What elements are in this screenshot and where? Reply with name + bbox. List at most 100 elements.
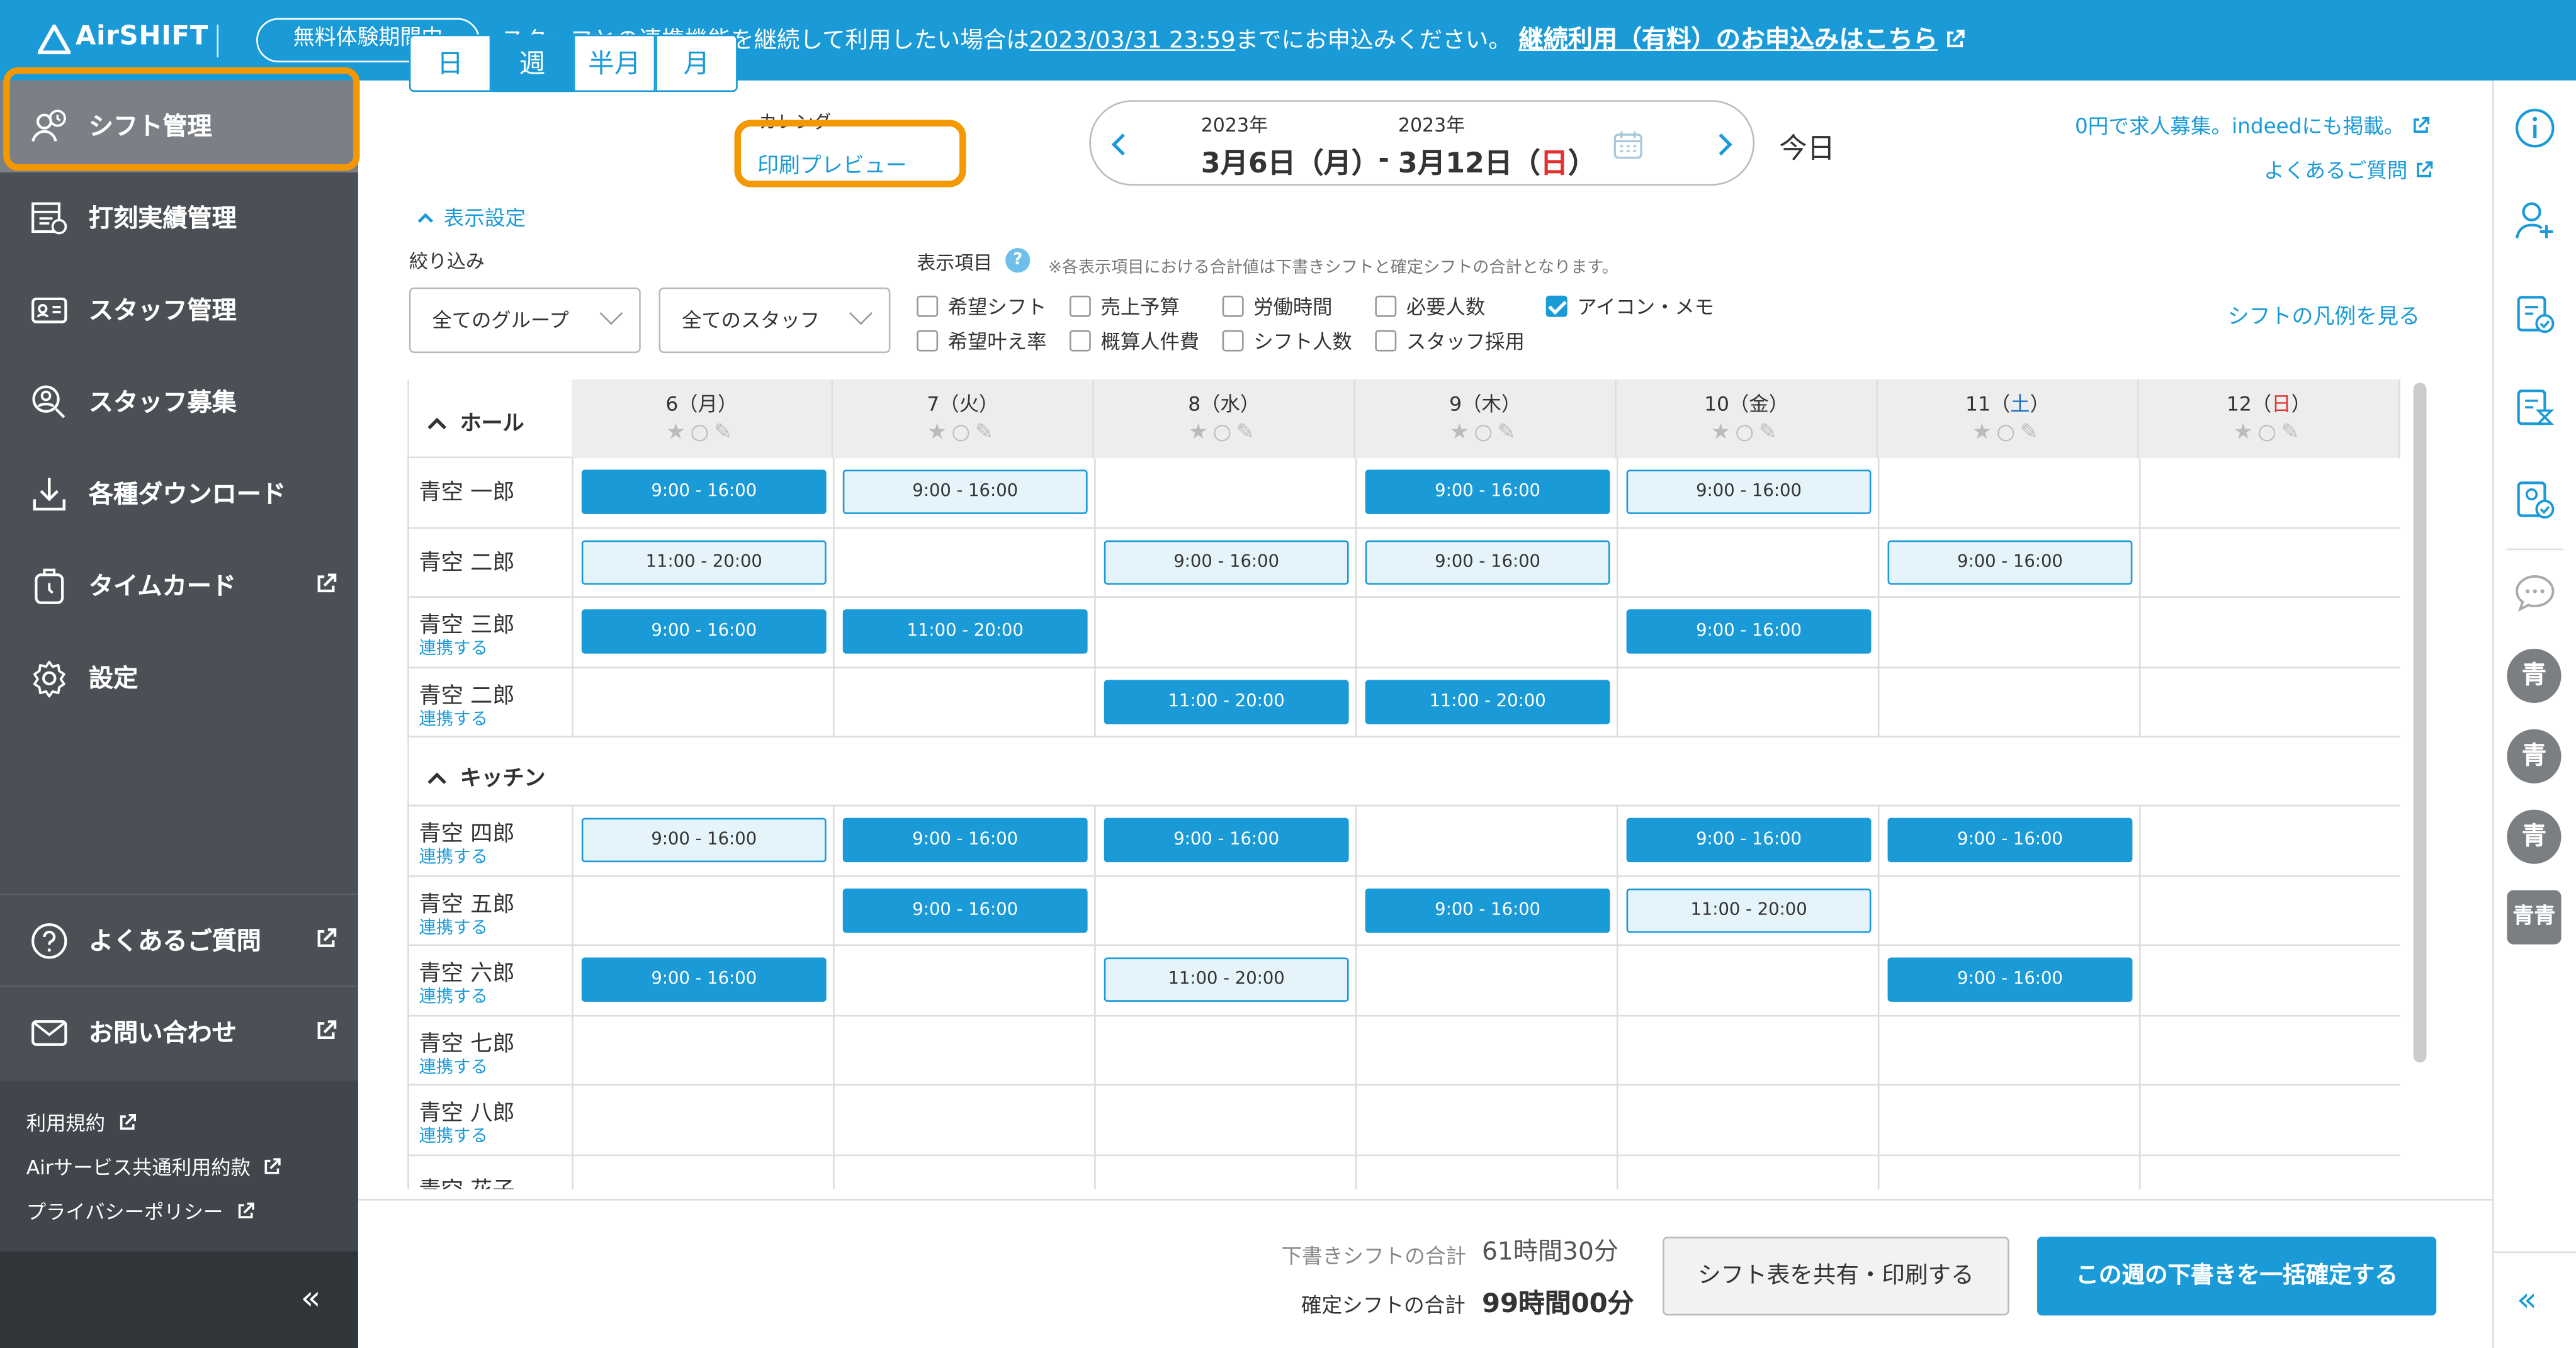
checkbox-item[interactable]: 希望叶え率 <box>917 327 1046 354</box>
shift-cell[interactable] <box>1879 876 2141 945</box>
staff-name[interactable]: 青空 花子 <box>419 1170 514 1189</box>
day-header[interactable]: 9（木） ★○✎ <box>1355 379 1617 459</box>
day-icons[interactable]: ★○✎ <box>1617 420 1876 445</box>
circle-icon[interactable]: ○ <box>1212 420 1236 445</box>
pencil-icon[interactable]: ✎ <box>714 420 737 445</box>
shift-cell[interactable] <box>2140 458 2400 527</box>
shift-cell[interactable] <box>835 667 1096 736</box>
sidebar-item-timeclock[interactable]: 打刻実績管理 <box>0 172 358 264</box>
tab-week[interactable]: 週 <box>491 34 573 93</box>
vertical-scrollbar[interactable] <box>2413 383 2427 1063</box>
shift-cell[interactable] <box>1618 528 1880 597</box>
tab-day[interactable]: 日 <box>409 34 492 93</box>
checkbox-item[interactable]: 必要人数 <box>1375 293 1485 320</box>
staff-name[interactable]: 青空 七郎 <box>419 1024 514 1057</box>
checkbox-icon[interactable] <box>917 330 939 352</box>
shift-cell[interactable] <box>2140 1016 2400 1084</box>
avatar[interactable]: 青青 <box>2507 890 2562 945</box>
shift-cell[interactable] <box>1096 458 1357 527</box>
staff-name[interactable]: 青空 一郎 <box>419 473 514 506</box>
confirmed-shift[interactable]: 9:00 - 16:00 <box>581 609 827 654</box>
shift-cell[interactable] <box>1357 1016 1618 1084</box>
checkbox-icon[interactable] <box>1069 330 1091 352</box>
connect-link[interactable]: 連携する <box>419 705 488 730</box>
checkbox-icon[interactable] <box>1222 295 1244 317</box>
draft-shift[interactable]: 9:00 - 16:00 <box>842 469 1088 514</box>
tab-month[interactable]: 月 <box>655 34 738 93</box>
checkbox-checked-icon[interactable] <box>1545 295 1568 317</box>
shift-cell[interactable] <box>1357 1155 1618 1189</box>
next-week-chevron-icon[interactable] <box>1717 132 1733 158</box>
shift-cell[interactable] <box>1357 1086 1618 1154</box>
shift-cell[interactable] <box>573 876 835 945</box>
confirmed-shift[interactable]: 9:00 - 16:00 <box>581 469 827 514</box>
circle-icon[interactable]: ○ <box>1474 420 1497 445</box>
shift-cell[interactable] <box>1096 597 1357 666</box>
circle-icon[interactable]: ○ <box>691 420 714 445</box>
shift-cell[interactable] <box>2140 528 2400 597</box>
confirmed-shift[interactable]: 11:00 - 20:00 <box>1104 679 1349 724</box>
terms-link[interactable]: 利用規約 <box>26 1109 136 1137</box>
checkbox-icon[interactable] <box>1069 295 1091 317</box>
confirmed-shift[interactable]: 11:00 - 20:00 <box>842 609 1088 654</box>
circle-icon[interactable]: ○ <box>2257 420 2281 445</box>
sidebar-item-settings[interactable]: 設定 <box>0 632 358 724</box>
circle-icon[interactable]: ○ <box>1996 420 2020 445</box>
shift-cell[interactable] <box>2140 946 2400 1014</box>
brand-name[interactable]: AirSHIFT <box>76 20 208 51</box>
sidebar-item-staff[interactable]: スタッフ管理 <box>0 264 358 356</box>
draft-shift[interactable]: 11:00 - 20:00 <box>1626 887 1872 933</box>
shift-check-icon[interactable] <box>2514 293 2556 335</box>
shift-cell[interactable] <box>1618 1086 1880 1154</box>
shift-cell[interactable] <box>2140 1155 2400 1189</box>
draft-shift[interactable]: 11:00 - 20:00 <box>581 539 827 584</box>
shift-cell[interactable] <box>573 1155 835 1189</box>
shift-cell[interactable] <box>1879 458 2141 527</box>
group-header[interactable]: キッチン <box>407 760 545 792</box>
shift-cell[interactable] <box>835 528 1096 597</box>
today-button[interactable]: 今日 <box>1779 125 1835 166</box>
staff-name[interactable]: 青空 五郎 <box>419 884 514 918</box>
day-header[interactable]: 11（土） ★○✎ <box>1877 379 2139 459</box>
star-icon[interactable]: ★ <box>1189 420 1212 445</box>
shift-cell[interactable] <box>2140 1086 2400 1154</box>
staff-name[interactable]: 青空 八郎 <box>419 1094 514 1126</box>
draft-shift[interactable]: 9:00 - 16:00 <box>581 817 827 863</box>
circle-icon[interactable]: ○ <box>1735 420 1758 445</box>
shift-cell[interactable] <box>1096 876 1357 945</box>
avatar[interactable]: 青 <box>2507 809 2562 864</box>
group-header[interactable]: ホール <box>407 406 524 437</box>
day-icons[interactable]: ★○✎ <box>1878 420 2137 445</box>
day-icons[interactable]: ★○✎ <box>833 420 1092 445</box>
shift-cell[interactable] <box>1618 946 1880 1014</box>
shift-cell[interactable] <box>835 946 1096 1014</box>
staff-name[interactable]: 青空 二郎 <box>419 543 514 576</box>
connect-link[interactable]: 連携する <box>419 984 488 1008</box>
day-icons[interactable]: ★○✎ <box>2139 420 2398 445</box>
checkbox-item[interactable]: アイコン・メモ <box>1545 293 1714 320</box>
confirmed-shift[interactable]: 9:00 - 16:00 <box>1626 609 1872 654</box>
staff-name[interactable]: 青空 三郎 <box>419 606 514 639</box>
day-header[interactable]: 10（金） ★○✎ <box>1616 379 1878 459</box>
shift-cell[interactable] <box>1879 597 2141 666</box>
checkbox-icon[interactable] <box>917 295 939 317</box>
day-icons[interactable]: ★○✎ <box>572 420 831 445</box>
pencil-icon[interactable]: ✎ <box>1236 420 1259 445</box>
shift-cell[interactable] <box>1096 1086 1357 1154</box>
confirmed-shift[interactable]: 9:00 - 16:00 <box>1365 469 1610 514</box>
right-rail-collapse-button[interactable]: « <box>2494 1251 2576 1348</box>
bulk-confirm-button[interactable]: この週の下書きを一括確定する <box>2037 1237 2437 1316</box>
checkbox-item[interactable]: 労働時間 <box>1222 293 1333 320</box>
share-print-button[interactable]: シフト表を共有・印刷する <box>1663 1237 2009 1316</box>
confirmed-shift[interactable]: 9:00 - 16:00 <box>1365 887 1610 933</box>
shift-cell[interactable] <box>1096 1155 1357 1189</box>
star-icon[interactable]: ★ <box>1711 420 1735 445</box>
checkbox-item[interactable]: スタッフ採用 <box>1375 327 1525 354</box>
pencil-icon[interactable]: ✎ <box>2281 420 2304 445</box>
day-header[interactable]: 12（日） ★○✎ <box>2138 379 2400 459</box>
pencil-icon[interactable]: ✎ <box>1759 420 1782 445</box>
confirmed-shift[interactable]: 11:00 - 20:00 <box>1365 679 1610 724</box>
star-icon[interactable]: ★ <box>1972 420 1996 445</box>
day-header[interactable]: 6（月） ★○✎ <box>572 379 833 459</box>
sidebar-item-faq[interactable]: よくあるご質問 <box>0 893 358 986</box>
